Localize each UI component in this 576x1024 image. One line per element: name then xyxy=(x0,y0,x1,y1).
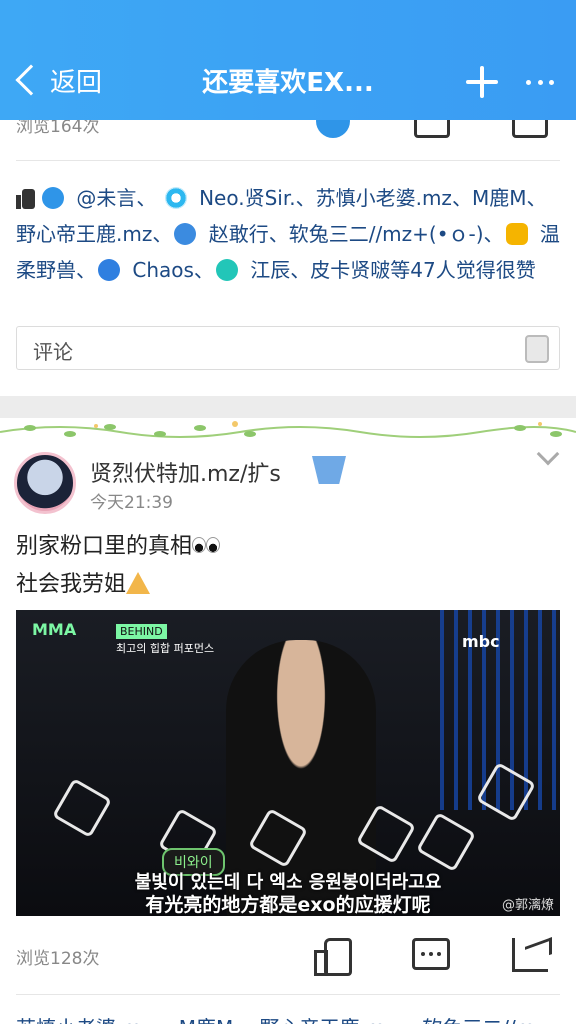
page-title: 还要喜欢EX... xyxy=(202,68,374,98)
liker-name[interactable]: 皮卡贤啵 xyxy=(310,258,390,282)
post-time: 今天21:39 xyxy=(90,493,173,513)
bee-icon xyxy=(505,223,528,245)
subtitle-chinese: 有光亮的地方都是exo的应援灯呢 xyxy=(145,894,431,916)
divider xyxy=(16,994,560,995)
video-thumbnail[interactable]: MMA BEHIND 최고의 힙합 퍼포먼스 mbc 비와이 불빛이 있는데 다… xyxy=(16,610,560,916)
show-logo: MMA xyxy=(32,620,77,639)
divider xyxy=(16,160,560,161)
eyes-emoji-icon xyxy=(192,537,221,553)
comment-input[interactable]: 评论 xyxy=(16,326,560,370)
likes-list: @未言、 Neo.贤Sir.、苏慎小老婆.mz、M鹿M、野心帝王鹿.mz、 赵敢… xyxy=(16,186,560,282)
avatar[interactable] xyxy=(14,452,76,514)
liker-name[interactable]: 赵敢行 xyxy=(209,222,269,246)
comment-icon[interactable] xyxy=(412,938,450,970)
share-icon[interactable] xyxy=(512,938,548,972)
praying-hands-icon xyxy=(126,572,151,594)
show-subtitle: 최고의 힙합 퍼포먼스 xyxy=(116,642,215,655)
post-text: 社会我劳姐 xyxy=(16,572,127,597)
liker-name[interactable]: @未言 xyxy=(76,186,136,210)
vine-decoration xyxy=(0,421,576,438)
liker-name[interactable]: M鹿M xyxy=(472,186,527,210)
chevron-down-icon[interactable] xyxy=(536,442,560,466)
section-separator xyxy=(0,396,576,418)
swirl-icon xyxy=(215,259,238,281)
back-button[interactable]: 返回 xyxy=(12,58,102,102)
moon-icon xyxy=(174,223,197,245)
app-header: 返回 还要喜欢EX... xyxy=(0,0,576,120)
liker-name[interactable]: 江辰 xyxy=(250,258,290,282)
channel-logo: mbc xyxy=(462,632,500,651)
liker-name[interactable]: 苏慎小老婆.mz xyxy=(316,186,452,210)
comment-placeholder: 评论 xyxy=(33,340,73,364)
gear-icon xyxy=(42,187,64,209)
behind-tag: BEHIND xyxy=(116,624,167,639)
liker-name[interactable]: Neo.贤Sir. xyxy=(199,186,296,210)
chevron-left-icon xyxy=(15,64,47,96)
liker-name[interactable]: 野心帝王鹿.mz xyxy=(16,222,152,246)
thumbs-up-icon xyxy=(16,187,36,209)
username[interactable]: 贤烈伏特加.mz/扩s xyxy=(90,456,281,488)
ring-icon xyxy=(164,187,187,209)
likes-count-text: 等47人觉得很赞 xyxy=(390,258,536,282)
lightstick-icon xyxy=(51,777,113,839)
post-views: 浏览128次 xyxy=(16,949,100,969)
plus-icon[interactable] xyxy=(466,66,498,98)
next-likes-preview: 苏慎小老婆.mz、 M鹿M、 野心帝王鹿.mz、 软兔三二//m xyxy=(16,1012,535,1024)
like-icon[interactable] xyxy=(314,936,352,976)
liker-name[interactable]: 软兔三二//mz+(•ｏ-) xyxy=(289,222,484,246)
post-text-line: 社会我劳姐 xyxy=(16,566,564,598)
radiation-icon xyxy=(98,259,120,281)
coin-icon[interactable] xyxy=(525,335,549,363)
back-label: 返回 xyxy=(50,67,103,98)
liker-name[interactable]: Chaos xyxy=(132,258,194,282)
lightstick-icon xyxy=(415,811,477,873)
vip-badge-icon xyxy=(312,456,346,484)
post-text-line: 别家粉口里的真相 xyxy=(16,528,564,560)
post-text: 别家粉口里的真相 xyxy=(16,534,193,559)
watermark: @郭漓燎 xyxy=(501,898,554,913)
more-icon[interactable] xyxy=(526,72,554,92)
